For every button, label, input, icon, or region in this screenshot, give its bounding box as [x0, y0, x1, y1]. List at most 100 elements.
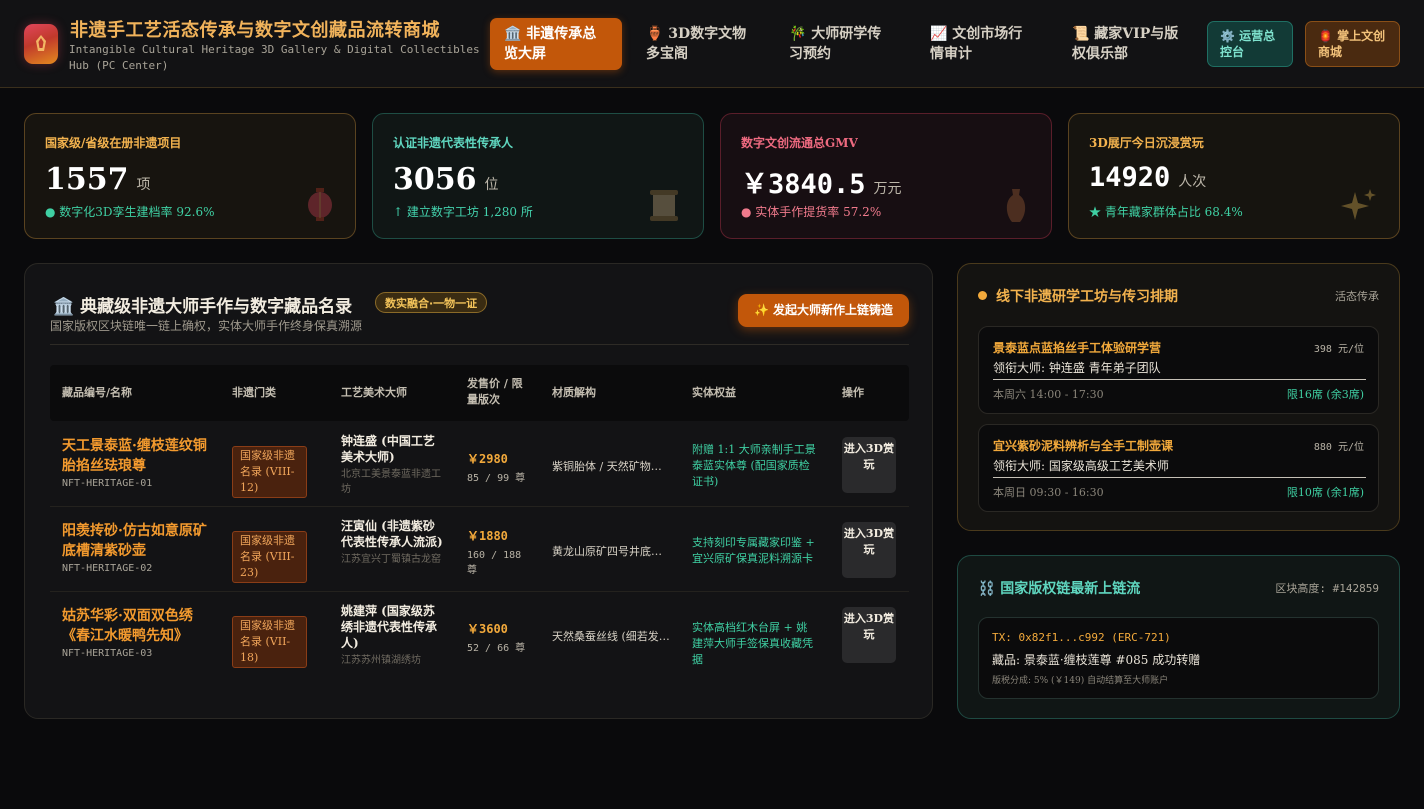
table-row: 天工景泰蓝·缠枝莲纹铜胎掐丝珐琅尊 NFT-HERITAGE-01 国家级非遗名…	[50, 422, 909, 507]
workshop-panel: 线下非遗研学工坊与传习排期 活态传承 景泰蓝点蓝掐丝手工体验研学营 398 元/…	[957, 263, 1400, 531]
stat-label: 3D展厅今日沉浸赏玩	[1089, 136, 1204, 150]
stat-value: 14920 人次	[1089, 162, 1207, 193]
table-row: 阳羡抟砂·仿古如意原矿底槽清紫砂壶 NFT-HERITAGE-02 国家级非遗名…	[50, 507, 909, 592]
workshop-master: 领衔大师: 钟连盛 青年弟子团队	[993, 361, 1161, 375]
tx-description: 藏品: 景泰蓝·缠枝莲尊 #085 成功转赠	[992, 653, 1201, 667]
col-rights: 实体权益	[692, 386, 736, 399]
stat-label: 数字文创流通总GMV	[741, 136, 858, 150]
view-3d-button[interactable]: 进入3D赏玩	[842, 607, 896, 663]
item-price: ￥3600	[467, 622, 508, 636]
master-name: 姚建萍 (国家级苏绣非遗代表性传承人)	[341, 604, 438, 650]
item-name[interactable]: 阳羡抟砂·仿古如意原矿底槽清紫砂壶	[62, 521, 217, 561]
top-header: 非遗手工艺活态传承与数字文创藏品流转商城 Intangible Cultural…	[0, 0, 1424, 88]
table-row: 姑苏华彩·双面双色绣《春江水暖鸭先知》 NFT-HERITAGE-03 国家级非…	[50, 592, 909, 677]
block-height: 区块高度: #142859	[1275, 582, 1379, 595]
item-rights: 支持刻印专属藏家印鉴 + 宜兴原矿保真泥料溯源卡	[692, 536, 815, 565]
view-3d-button[interactable]: 进入3D赏玩	[842, 437, 896, 493]
brand-logo[interactable]	[24, 24, 58, 64]
category-tag: 国家级非遗名录 (VIII-23)	[232, 531, 307, 583]
item-code: NFT-HERITAGE-01	[62, 478, 153, 489]
mobile-mall-button[interactable]: 🏮 掌上文创商城	[1305, 21, 1400, 67]
item-price: ￥2980	[467, 452, 508, 466]
col-action: 操作	[842, 386, 864, 399]
stat-value: 3056 位	[393, 162, 499, 197]
ops-console-button[interactable]: ⚙️ 运营总控台	[1207, 21, 1293, 67]
item-code: NFT-HERITAGE-03	[62, 648, 153, 659]
workshop-card[interactable]: 宜兴紫砂泥料辨析与全手工制壶课 880 元/位 领衔大师: 国家级高级工艺美术师…	[978, 424, 1379, 512]
master-name: 钟连盛 (中国工艺美术大师)	[341, 434, 435, 464]
catalog-subtitle: 国家版权区块链唯一链上确权，实体大师手作终身保真溯源	[50, 319, 363, 333]
col-category: 非遗门类	[232, 386, 276, 399]
stat-card-gmv: 数字文创流通总GMV ￥3840.5 万元 ● 实体手作提货率 57.2%	[720, 113, 1052, 239]
workshop-price: 398 元/位	[1313, 344, 1364, 355]
workshop-master: 领衔大师: 国家级高级工艺美术师	[993, 459, 1169, 473]
tx-hash: TX: 0x82f1...c992 (ERC-721)	[992, 631, 1171, 644]
item-name[interactable]: 姑苏华彩·双面双色绣《春江水暖鸭先知》	[62, 606, 217, 646]
stat-label: 国家级/省级在册非遗项目	[45, 136, 182, 150]
catalog-panel: 🏛️ 典藏级非遗大师手作与数字藏品名录 数实融合·一物一证 国家版权区块链唯一链…	[24, 263, 933, 719]
lantern-logo-icon	[36, 35, 46, 51]
item-edition: 85 / 99 尊	[467, 473, 526, 484]
workshop-aside: 活态传承	[1335, 290, 1379, 303]
tx-royalty: 版税分成: 5% (￥149) 自动结算至大师账户	[992, 676, 1169, 686]
workshop-name: 宜兴紫砂泥料辨析与全手工制壶课	[993, 439, 1174, 453]
lantern-icon	[308, 188, 332, 221]
stat-label: 认证非遗代表性传承人	[393, 136, 514, 150]
nav-overview[interactable]: 🏛️ 非遺传承总览大屏	[490, 18, 622, 70]
col-name: 藏品编号/名称	[62, 386, 133, 399]
category-tag: 国家级非遗名录 (VII-18)	[232, 616, 307, 668]
workshop-price: 880 元/位	[1313, 442, 1364, 453]
stat-value: 1557 项	[45, 162, 151, 197]
brand-title: 非遗手工艺活态传承与数字文创藏品流转商城	[70, 20, 440, 41]
category-tag: 国家级非遗名录 (VIII-12)	[232, 446, 307, 498]
divider	[993, 379, 1366, 380]
nav-3d-gallery[interactable]: 🏺 3D数字文物多宝阁	[632, 18, 762, 70]
stat-value: ￥3840.5 万元	[741, 169, 902, 200]
workshop-time: 本周六 14:00 - 17:30	[993, 388, 1104, 401]
chain-panel: ⛓️ 国家版权链最新上链流 区块高度: #142859 TX: 0x82f1..…	[957, 555, 1400, 719]
item-price: ￥1880	[467, 529, 508, 543]
item-rights: 附赠 1:1 大师亲制手工景泰蓝实体尊 (配国家质检证书)	[692, 443, 816, 488]
item-edition: 160 / 188 尊	[467, 550, 522, 576]
nav-master-workshop[interactable]: 🎋 大师研学传习预约	[775, 18, 905, 70]
divider	[50, 344, 909, 345]
nav-vip-club[interactable]: 📜 藏家VIP与版权俱乐部	[1058, 18, 1198, 70]
master-studio: 北京工美景泰蓝非遗工坊	[341, 469, 441, 495]
sparkles-icon	[1341, 189, 1376, 220]
workshop-time: 本周日 09:30 - 16:30	[993, 486, 1104, 499]
item-material: 天然桑蚕丝线 (细若发丝)	[552, 630, 670, 643]
vase-icon	[1006, 189, 1026, 222]
status-dot-icon	[978, 291, 987, 300]
item-edition: 52 / 66 尊	[467, 643, 526, 654]
workshop-seats: 限10席 (余1席)	[1286, 486, 1364, 499]
catalog-title: 🏛️ 典藏级非遗大师手作与数字藏品名录	[53, 297, 353, 317]
stat-card-heritage-projects: 国家级/省级在册非遗项目 1557 项 ● 数字化3D孪生建档率 92.6%	[24, 113, 356, 239]
divider	[993, 477, 1366, 478]
workshop-title: 线下非遗研学工坊与传习排期	[978, 286, 1178, 306]
workshop-name: 景泰蓝点蓝掐丝手工体验研学营	[993, 341, 1162, 355]
view-3d-button[interactable]: 进入3D赏玩	[842, 522, 896, 578]
master-studio: 江苏宜兴丁蜀镇古龙窑	[341, 554, 441, 565]
master-name: 汪寅仙 (非遗紫砂代表性传承人流派)	[341, 519, 443, 549]
scroll-icon	[650, 190, 678, 221]
workshop-seats: 限16席 (余3席)	[1286, 388, 1364, 401]
item-rights: 实体高档红木台屏 + 姚建萍大师手签保真收藏凭据	[692, 621, 813, 666]
transaction-card[interactable]: TX: 0x82f1...c992 (ERC-721) 藏品: 景泰蓝·缠枝莲尊…	[978, 617, 1379, 699]
col-material: 材质解构	[552, 386, 596, 399]
stat-foot: ● 实体手作提货率 57.2%	[741, 205, 882, 219]
col-master: 工艺美术大师	[341, 386, 407, 399]
item-code: NFT-HERITAGE-02	[62, 563, 153, 574]
chain-title: ⛓️ 国家版权链最新上链流	[978, 581, 1141, 597]
mint-new-work-button[interactable]: ✨ 发起大师新作上链铸造	[738, 294, 909, 327]
col-price: 发售价 / 限量版次	[467, 377, 523, 406]
brand-subtitle: Intangible Cultural Heritage 3D Gallery …	[69, 43, 480, 72]
stat-card-3d-visits: 3D展厅今日沉浸赏玩 14920 人次 ★ 青年藏家群体占比 68.4%	[1068, 113, 1400, 239]
item-material: 紫铜胎体 / 天然矿物彩釉	[552, 460, 670, 473]
stat-foot: ↑ 建立数字工坊 1,280 所	[393, 205, 533, 219]
nav-market-audit[interactable]: 📈 文创市场行情审计	[916, 18, 1046, 70]
item-name[interactable]: 天工景泰蓝·缠枝莲纹铜胎掐丝珐琅尊	[62, 436, 217, 476]
master-studio: 江苏苏州镇湖绣坊	[341, 655, 421, 666]
item-material: 黄龙山原矿四号井底槽清	[552, 545, 670, 558]
catalog-badge: 数实融合·一物一证	[375, 292, 488, 313]
workshop-card[interactable]: 景泰蓝点蓝掐丝手工体验研学营 398 元/位 领衔大师: 钟连盛 青年弟子团队 …	[978, 326, 1379, 414]
